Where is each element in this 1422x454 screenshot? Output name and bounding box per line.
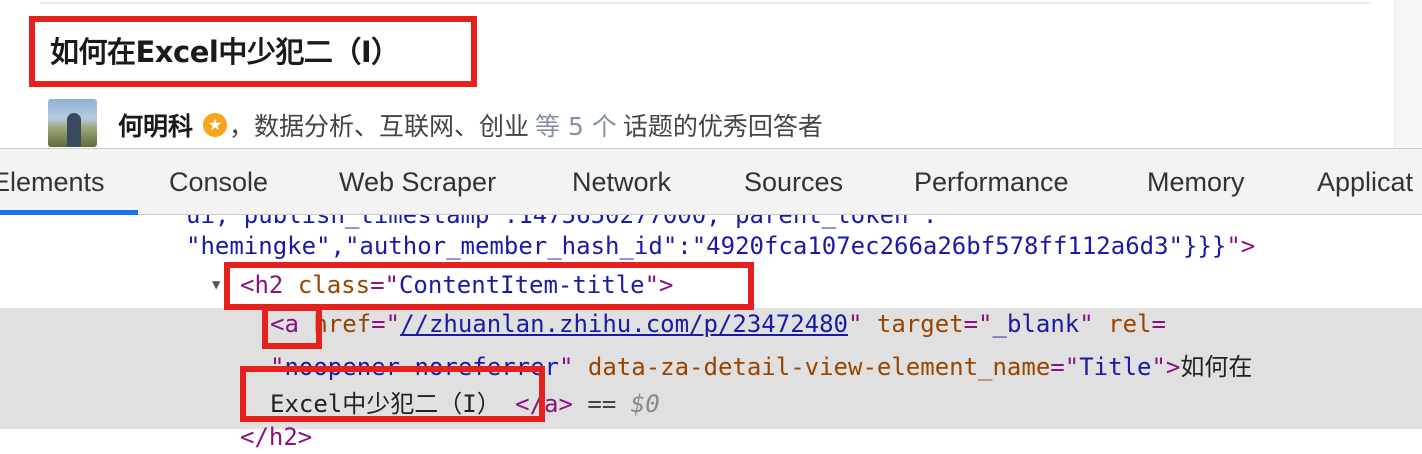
a-text-start: 如何在: [1180, 353, 1253, 381]
code-line-attr-value[interactable]: "hemingke","author_member_hash_id":"4920…: [186, 232, 1255, 260]
code-line-h2-close[interactable]: </h2>: [240, 423, 312, 451]
tab-network[interactable]: Network: [572, 149, 671, 214]
h2-close-tag: </h2>: [240, 423, 313, 451]
page-scrollbar[interactable]: [1394, 0, 1422, 148]
devtools-tabbar: Elements Console Web Scraper Network Sou…: [0, 148, 1422, 215]
tab-elements[interactable]: Elements: [0, 149, 105, 214]
author-description-tail: 话题的优秀回答者: [622, 112, 823, 141]
annotation-box-a-text: [240, 366, 545, 422]
author-info: 何明科 ★ ，数据分析、互联网、创业 等 5 个 话题的优秀回答者: [118, 107, 823, 143]
console-ref: $0: [630, 390, 660, 418]
tab-application[interactable]: Applicat: [1317, 149, 1413, 214]
a-target-value: _blank: [992, 310, 1080, 338]
topic-count-link[interactable]: 等 5 个: [535, 107, 617, 143]
annotation-box-a-tag: [262, 305, 322, 349]
author-description: ，数据分析、互联网、创业: [229, 112, 530, 141]
a-href-attr: href: [313, 310, 372, 338]
a-rel-attr: rel: [1108, 310, 1152, 338]
author-avatar[interactable]: [48, 99, 97, 147]
elements-dom-tree: ui, publish_timestamp :1475650277000, pa…: [0, 215, 1422, 454]
author-name[interactable]: 何明科: [118, 107, 193, 143]
avatar-figure: [67, 113, 81, 147]
divider: [40, 2, 1370, 4]
attr-json-value: "hemingke","author_member_hash_id":"4920…: [186, 232, 1227, 260]
tab-console[interactable]: Console: [169, 149, 268, 214]
tab-memory[interactable]: Memory: [1147, 149, 1245, 214]
tab-sources[interactable]: Sources: [744, 149, 843, 214]
a-target-attr: target: [876, 310, 964, 338]
star-badge-icon[interactable]: ★: [203, 113, 228, 137]
selected-marker: ==: [587, 390, 617, 418]
tab-web-scraper[interactable]: Web Scraper: [339, 149, 496, 214]
a-data-value: Title: [1079, 353, 1152, 381]
a-href-link[interactable]: //zhuanlan.zhihu.com/p/23472480: [400, 310, 848, 338]
code-line-a-open[interactable]: <a href="//zhuanlan.zhihu.com/p/23472480…: [270, 310, 1166, 338]
a-data-attr: data-za-detail-view-element_name: [587, 353, 1051, 381]
tag-close: ">: [1226, 232, 1256, 260]
tab-performance[interactable]: Performance: [914, 149, 1069, 214]
annotation-box-title: [29, 16, 477, 87]
annotation-box-h2: [224, 262, 754, 310]
clipped-code-line: ui, publish_timestamp :1475650277000, pa…: [186, 215, 938, 229]
collapse-triangle-icon[interactable]: ▼: [212, 277, 220, 293]
